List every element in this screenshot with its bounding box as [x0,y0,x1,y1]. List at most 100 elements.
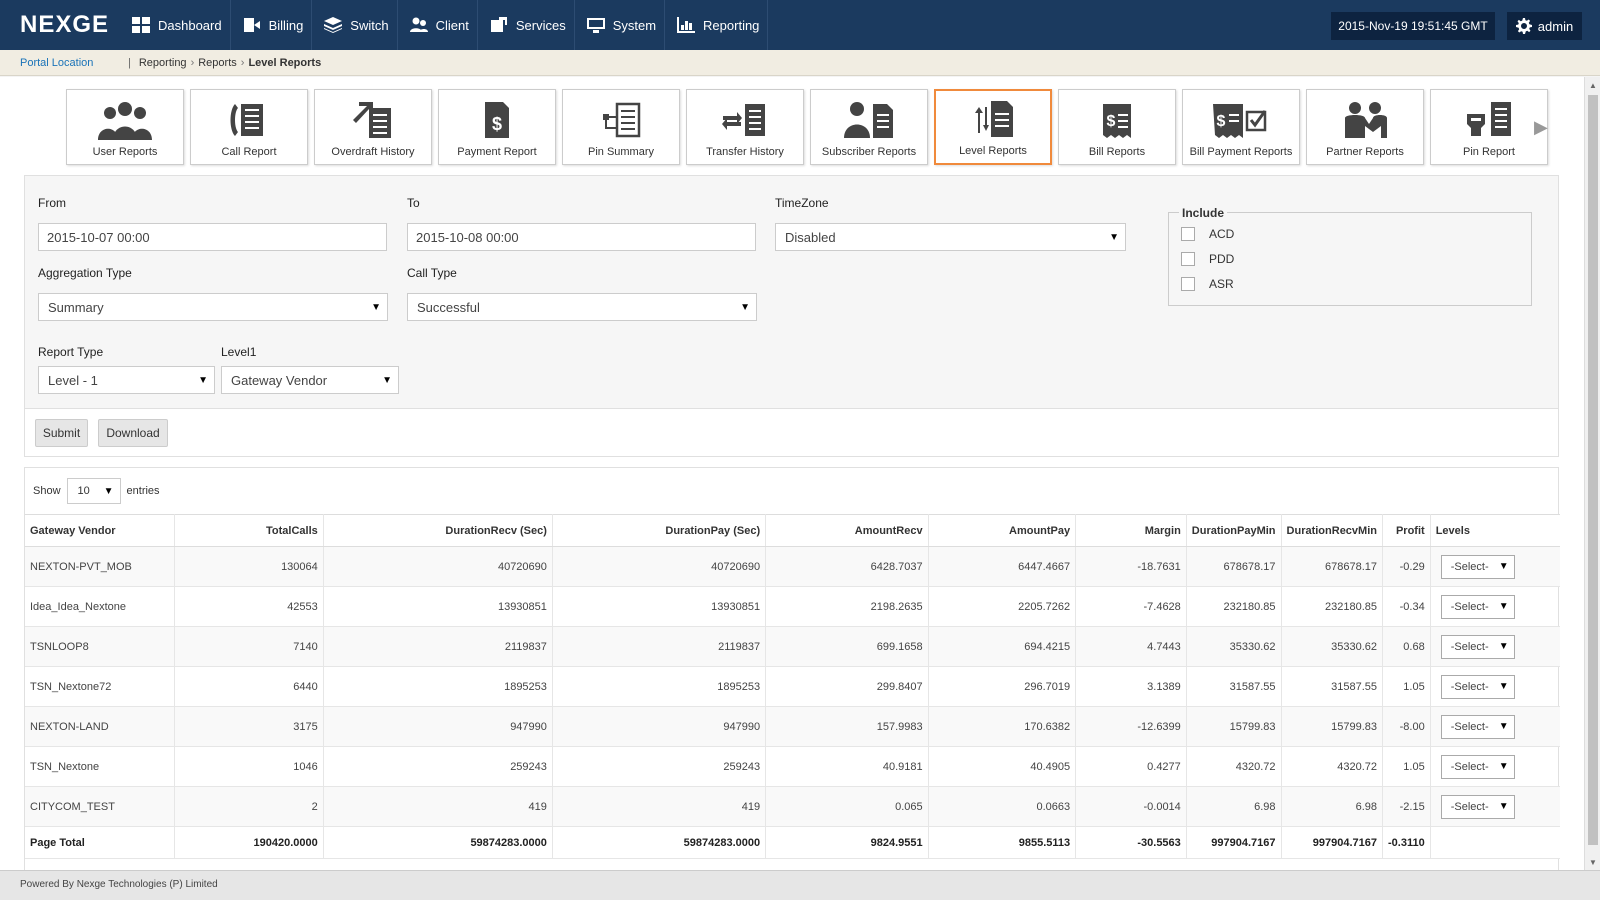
from-date-input[interactable]: 2015-10-07 00:00 [38,223,387,251]
nav-switch[interactable]: Switch [311,0,396,50]
column-header[interactable]: DurationPayMin [1186,514,1282,547]
nav-dashboard-label: Dashboard [158,17,222,33]
column-header[interactable]: Profit [1382,514,1431,547]
table-cell: 0.065 [765,786,929,827]
table-cell: 947990 [552,706,767,747]
table-cell: 40.9181 [765,746,929,787]
levels-select[interactable]: -Select- ▼ [1440,594,1515,619]
levels-select-value: -Select- [1450,680,1489,693]
tile-subscriber-reports[interactable]: Subscriber Reports [810,89,928,165]
tile-call-report[interactable]: Call Report [190,89,308,165]
aggregation-select[interactable]: Summary ▼ [38,293,388,321]
reporttype-select[interactable]: Level - 1 ▼ [38,366,215,394]
table-cell: 2119837 [552,626,767,667]
nav-reporting[interactable]: Reporting [664,0,769,50]
column-header[interactable]: DurationRecv (Sec) [323,514,553,547]
tile-pin-summary[interactable]: Pin Summary [562,89,680,165]
to-date-input[interactable]: 2015-10-08 00:00 [407,223,756,251]
acd-checkbox[interactable] [1181,227,1195,241]
chevron-right-icon[interactable]: ▶ [1534,117,1548,138]
table-cell: -8.00 [1382,706,1431,747]
table-cell: 13930851 [552,586,767,627]
levels-select-value: -Select- [1450,560,1489,573]
tile-bill-payment-reports[interactable]: $ Bill Payment Reports [1182,89,1300,165]
levels-select[interactable]: -Select- ▼ [1440,674,1515,699]
breadcrumb-reports[interactable]: Reports [198,57,237,69]
show-label: Show [33,485,61,497]
subscriber-icon [844,102,893,138]
table-cell: 259243 [552,746,767,787]
nav-billing[interactable]: Billing [229,0,312,50]
table-cell: 31587.55 [1281,666,1384,707]
levels-select[interactable]: -Select- ▼ [1440,794,1515,819]
nav-services[interactable]: Services [476,0,574,50]
column-header[interactable]: Gateway Vendor [25,514,176,547]
tile-transfer-history[interactable]: Transfer History [686,89,804,165]
table-cell: 419 [552,786,767,827]
nav-dashboard[interactable]: Dashboard [120,0,230,50]
nav-billing-label: Billing [268,17,304,33]
column-header: Levels [1430,514,1560,547]
nav-client[interactable]: Client [396,0,477,50]
table-row: CITYCOM_TEST 2 419 419 0.065 0.0663 -0.0014 6.9… [25,786,1560,827]
total-cell: -0.3110 [1382,826,1431,859]
include-pdd-row[interactable]: PDD [1181,252,1234,266]
nav-switch-label: Switch [350,17,389,33]
portal-location-link[interactable]: Portal Location [20,57,128,69]
tile-overdraft-history[interactable]: Overdraft History [314,89,432,165]
include-asr-row[interactable]: ASR [1181,277,1234,291]
breadcrumb-reporting[interactable]: Reporting [139,57,187,69]
total-cell-empty [1430,826,1560,859]
nav-system[interactable]: System [573,0,664,50]
main-content: User Reports Call Report Overdraft Histo… [0,77,1584,870]
scroll-thumb[interactable] [1588,95,1598,845]
tile-label: Call Report [221,146,277,158]
column-header[interactable]: DurationRecvMin [1281,514,1384,547]
total-cell: Page Total [25,826,176,859]
column-header[interactable]: AmountPay [928,514,1077,547]
download-button[interactable]: Download [98,419,168,447]
tile-pin-report[interactable]: Pin Report [1430,89,1548,165]
table-cell: 678678.17 [1281,546,1384,587]
pin-report-icon [1467,102,1511,136]
breadcrumb-separator: | [128,56,131,69]
footer: Powered By Nexge Technologies (P) Limite… [0,870,1600,900]
main-nav: Dashboard Billing Switch Client Services… [120,0,769,50]
entries-select[interactable]: 10 ▼ [66,478,121,504]
tile-level-reports[interactable]: Level Reports [934,89,1052,165]
tile-label: Overdraft History [331,146,415,158]
levels-select[interactable]: -Select- ▼ [1440,634,1515,659]
tile-payment-report[interactable]: $ Payment Report [438,89,556,165]
user-menu[interactable]: admin [1507,12,1582,40]
scroll-up-icon[interactable]: ▲ [1589,81,1597,90]
levels-select[interactable]: -Select- ▼ [1440,714,1515,739]
column-header[interactable]: DurationPay (Sec) [552,514,767,547]
timezone-select[interactable]: Disabled ▼ [775,223,1126,251]
transfer-icon [722,104,765,136]
asr-checkbox[interactable] [1181,277,1195,291]
table-cell: 0.68 [1382,626,1431,667]
submit-button[interactable]: Submit [35,419,88,447]
calltype-select[interactable]: Successful ▼ [407,293,757,321]
levels-select[interactable]: -Select- ▼ [1440,554,1515,579]
payment-icon: $ [485,102,509,138]
tile-partner-reports[interactable]: Partner Reports [1306,89,1424,165]
tile-user-reports[interactable]: User Reports [66,89,184,165]
pdd-checkbox[interactable] [1181,252,1195,266]
level1-select[interactable]: Gateway Vendor ▼ [221,366,399,394]
levels-select[interactable]: -Select- ▼ [1440,754,1515,779]
column-header[interactable]: Margin [1075,514,1187,547]
table-row: TSN_Nextone72 6440 1895253 1895253 299.8407 2… [25,666,1560,707]
scroll-down-icon[interactable]: ▼ [1589,858,1597,867]
table-cell: 15799.83 [1281,706,1384,747]
vertical-scrollbar[interactable]: ▲ ▼ [1584,77,1600,870]
column-header[interactable]: TotalCalls [174,514,324,547]
tile-bill-reports[interactable]: $ Bill Reports [1058,89,1176,165]
column-header[interactable]: AmountRecv [765,514,929,547]
include-acd-row[interactable]: ACD [1181,227,1234,241]
system-icon [586,18,605,33]
app-logo[interactable]: NEXGE [20,11,109,39]
breadcrumb-level-reports: Level Reports [248,56,322,69]
action-bar: Submit Download [25,408,1558,456]
filter-panel: From 2015-10-07 00:00 To 2015-10-08 00:0… [24,175,1559,457]
